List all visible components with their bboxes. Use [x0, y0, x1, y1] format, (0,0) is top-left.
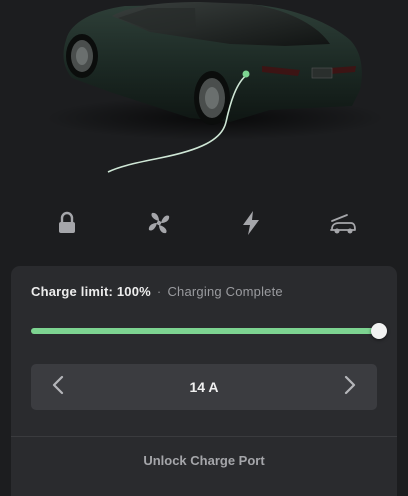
quick-controls: [0, 200, 408, 246]
increase-amperage-button[interactable]: [325, 364, 375, 410]
amperage-value: 14 A: [189, 379, 219, 395]
chevron-left-icon: [51, 375, 65, 400]
fan-icon: [146, 210, 172, 236]
decrease-amperage-button[interactable]: [33, 364, 83, 410]
charge-limit-label: Charge limit: 100%: [31, 284, 151, 299]
unlock-charge-port-button[interactable]: Unlock Charge Port: [11, 437, 397, 485]
charge-limit-slider[interactable]: [31, 323, 387, 339]
charge-panel: Charge limit: 100% · Charging Complete 14 …: [11, 266, 397, 496]
frunk-button[interactable]: [320, 200, 366, 246]
lock-button[interactable]: [44, 200, 90, 246]
charging-state-label: Charging Complete: [167, 284, 283, 299]
slider-fill: [31, 328, 379, 334]
charge-status-line: Charge limit: 100% · Charging Complete: [31, 284, 283, 299]
charge-button[interactable]: [228, 200, 274, 246]
amperage-stepper: 14 A: [31, 364, 377, 410]
climate-button[interactable]: [136, 200, 182, 246]
status-separator: ·: [156, 284, 162, 299]
lightning-bolt-icon: [241, 210, 261, 236]
slider-thumb[interactable]: [371, 323, 387, 339]
vehicle-image: [0, 0, 408, 190]
lock-icon: [56, 211, 78, 235]
frunk-icon: [329, 211, 357, 235]
chevron-right-icon: [343, 375, 357, 400]
